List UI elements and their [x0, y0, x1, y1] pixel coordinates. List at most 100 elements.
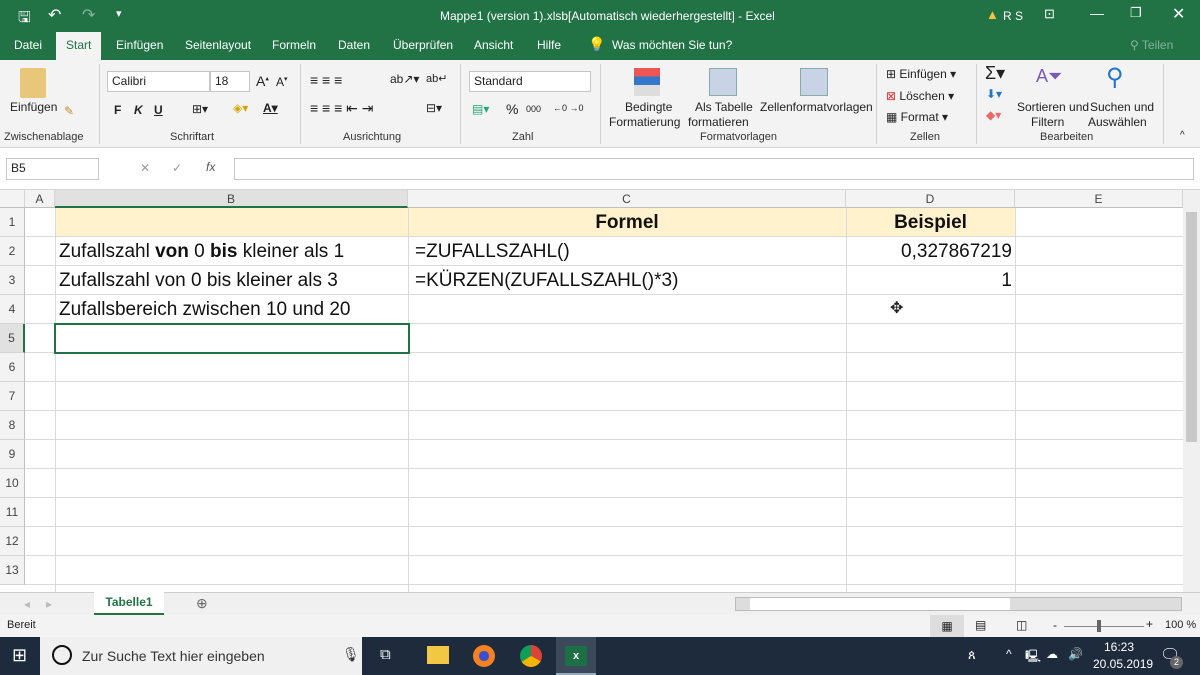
font-color-icon[interactable]: A▾: [263, 101, 278, 115]
excel-taskbar-button[interactable]: x: [556, 637, 596, 675]
enter-icon[interactable]: ✓: [172, 161, 182, 175]
clock-date[interactable]: 20.05.2019: [1093, 657, 1153, 671]
redo-icon[interactable]: ↷: [82, 5, 95, 25]
horizontal-scrollbar[interactable]: [735, 597, 1182, 611]
zoom-slider[interactable]: [1064, 626, 1144, 627]
row-header-4[interactable]: 4: [0, 295, 25, 324]
prev-sheet-icon[interactable]: ◂: [24, 597, 30, 611]
orientation-icon[interactable]: ab↗▾: [390, 72, 419, 86]
number-format-select[interactable]: Standard: [469, 71, 591, 92]
next-sheet-icon[interactable]: ▸: [46, 597, 52, 611]
restore-icon[interactable]: ❐: [1130, 5, 1142, 21]
shrink-font-icon[interactable]: A▾: [276, 75, 288, 89]
cell-c3[interactable]: =KÜRZEN(ZUFALLSZAHL()*3): [415, 266, 678, 295]
paste-icon[interactable]: [20, 68, 46, 98]
spreadsheet-grid[interactable]: A B C D E 1 2 3 4 5 6 7 8 9 10 11 12 13 Formel Beisp…: [0, 190, 1183, 592]
format-cells-button[interactable]: ▦ Format ▾: [886, 110, 948, 124]
insert-function-button[interactable]: fx: [206, 160, 215, 174]
cell-styles-icon[interactable]: [800, 68, 828, 96]
show-hidden-icons[interactable]: ^: [1006, 647, 1012, 661]
collapse-ribbon-icon[interactable]: ^: [1180, 130, 1185, 141]
chrome-icon[interactable]: [520, 645, 542, 667]
cell-b4[interactable]: Zufallsbereich zwischen 10 und 20: [59, 295, 351, 324]
cell-b2[interactable]: Zufallszahl von 0 bis kleiner als 1: [59, 237, 344, 266]
col-header-d[interactable]: D: [846, 190, 1015, 208]
cell-d1[interactable]: Beispiel: [846, 208, 1015, 237]
windows-start-icon[interactable]: ⊞: [12, 645, 27, 666]
sheet-tab-tabelle1[interactable]: Tabelle1: [94, 592, 164, 615]
selected-cell-b5[interactable]: [54, 323, 410, 354]
format-as-table-icon[interactable]: [709, 68, 737, 96]
font-name-select[interactable]: Calibri: [107, 71, 210, 92]
wrap-text-icon[interactable]: ab↵: [426, 72, 447, 85]
row-header-13[interactable]: 13: [0, 556, 25, 585]
bold-button[interactable]: F: [114, 103, 121, 117]
horizontal-scroll-thumb[interactable]: [750, 598, 1010, 610]
clear-icon[interactable]: ◆▾: [986, 108, 1001, 122]
italic-button[interactable]: K: [134, 103, 143, 117]
cancel-icon[interactable]: ✕: [140, 161, 150, 175]
tab-formeln[interactable]: Formeln: [272, 38, 316, 52]
zoom-level[interactable]: 100 %: [1165, 619, 1196, 631]
network-icon[interactable]: 🖳: [1025, 647, 1041, 668]
onedrive-icon[interactable]: ☁: [1046, 647, 1058, 661]
currency-icon[interactable]: ▤▾: [472, 102, 489, 116]
ribbon-display-icon[interactable]: ⊡: [1044, 6, 1055, 22]
insert-cells-button[interactable]: ⊞ Einfügen ▾: [886, 67, 956, 81]
align-top-icon[interactable]: ≡ ≡ ≡: [310, 72, 342, 88]
row-header-9[interactable]: 9: [0, 440, 25, 469]
delete-cells-button[interactable]: ⊠ Löschen ▾: [886, 89, 954, 103]
tab-ansicht[interactable]: Ansicht: [474, 38, 513, 52]
row-header-7[interactable]: 7: [0, 382, 25, 411]
as-table-label-1[interactable]: Als Tabelle: [695, 100, 753, 114]
conditional-format-button[interactable]: Bedingte: [625, 100, 672, 114]
name-box[interactable]: B5: [6, 158, 99, 180]
fill-color-icon[interactable]: ◈▾: [233, 101, 248, 115]
zoom-in-icon[interactable]: +: [1146, 617, 1153, 631]
task-view-icon[interactable]: ⧉: [380, 646, 391, 663]
font-size-select[interactable]: 18: [210, 71, 250, 92]
volume-icon[interactable]: 🔊: [1068, 647, 1083, 661]
firefox-icon[interactable]: [473, 645, 495, 667]
cell-c2[interactable]: =ZUFALLSZAHL(): [415, 237, 570, 266]
decimal-icon[interactable]: ←0 →0: [553, 103, 584, 113]
percent-button[interactable]: %: [506, 101, 518, 117]
cell-b3[interactable]: Zufallszahl von 0 bis kleiner als 3: [59, 266, 338, 295]
microphone-icon[interactable]: 🎙: [342, 646, 360, 663]
find-label-2[interactable]: Auswählen: [1088, 115, 1147, 129]
tab-daten[interactable]: Daten: [338, 38, 370, 52]
thousands-button[interactable]: 000: [526, 104, 541, 114]
sort-filter-icon[interactable]: A⏷: [1036, 66, 1062, 87]
row-header-12[interactable]: 12: [0, 527, 25, 556]
minimize-icon[interactable]: —: [1090, 5, 1104, 21]
close-icon[interactable]: ✕: [1172, 4, 1185, 24]
format-painter-icon[interactable]: ✎: [64, 104, 74, 118]
col-header-e[interactable]: E: [1015, 190, 1183, 208]
customize-qat-icon[interactable]: ▾: [116, 7, 122, 20]
add-sheet-icon[interactable]: ⊕: [196, 595, 208, 612]
paste-button[interactable]: Einfügen: [10, 100, 57, 114]
clock-time[interactable]: 16:23: [1104, 640, 1134, 654]
row-header-3[interactable]: 3: [0, 266, 25, 295]
taskbar-search[interactable]: Zur Suche Text hier eingeben 🎙: [40, 637, 362, 675]
page-layout-icon[interactable]: ▤: [975, 618, 986, 632]
tab-start[interactable]: Start: [56, 32, 102, 60]
row-header-5[interactable]: 5: [0, 324, 25, 353]
file-explorer-icon[interactable]: [427, 646, 449, 664]
row-header-2[interactable]: 2: [0, 237, 25, 266]
row-header-6[interactable]: 6: [0, 353, 25, 382]
tab-seitenlayout[interactable]: Seitenlayout: [185, 38, 251, 52]
underline-button[interactable]: U: [154, 103, 163, 117]
sort-filter-label-2[interactable]: Filtern: [1031, 115, 1064, 129]
vertical-scroll-thumb[interactable]: [1186, 212, 1197, 442]
tab-einfuegen[interactable]: Einfügen: [116, 38, 163, 52]
align-left-icon[interactable]: ≡ ≡ ≡ ⇤ ⇥: [310, 100, 374, 117]
grow-font-icon[interactable]: A▴: [256, 73, 269, 89]
sort-filter-label-1[interactable]: Sortieren und: [1017, 100, 1089, 114]
tab-datei[interactable]: Datei: [14, 38, 42, 52]
tell-me-input[interactable]: Was möchten Sie tun?: [612, 38, 732, 52]
normal-view-icon[interactable]: ▦: [930, 615, 964, 637]
find-icon[interactable]: ⚲: [1106, 63, 1124, 92]
merge-center-icon[interactable]: ⊟▾: [426, 101, 442, 115]
row-header-11[interactable]: 11: [0, 498, 25, 527]
